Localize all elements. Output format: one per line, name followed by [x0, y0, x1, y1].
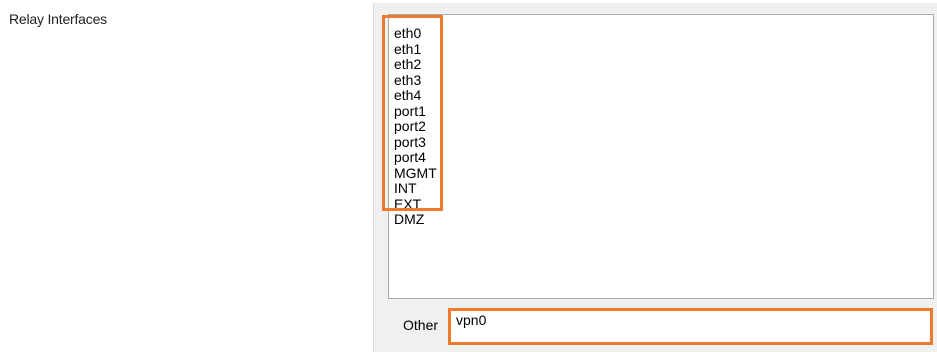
- other-label: Other: [403, 317, 439, 333]
- interface-option-ext[interactable]: EXT: [394, 196, 421, 212]
- other-interface-input[interactable]: [448, 308, 933, 345]
- interface-option-port4[interactable]: port4: [394, 149, 426, 165]
- interface-option-eth0[interactable]: eth0: [394, 25, 421, 41]
- interface-option-port2[interactable]: port2: [394, 118, 426, 134]
- relay-interfaces-label: Relay Interfaces: [9, 11, 107, 27]
- interface-option-eth4[interactable]: eth4: [394, 87, 421, 103]
- interface-option-eth2[interactable]: eth2: [394, 56, 421, 72]
- interface-option-dmz[interactable]: DMZ: [394, 211, 424, 227]
- interface-option-mgmt[interactable]: MGMT: [394, 165, 437, 181]
- interface-option-int[interactable]: INT: [394, 180, 417, 196]
- interface-option-port3[interactable]: port3: [394, 134, 426, 150]
- interface-option-eth3[interactable]: eth3: [394, 72, 421, 88]
- interface-option-eth1[interactable]: eth1: [394, 41, 421, 57]
- interface-option-port1[interactable]: port1: [394, 103, 426, 119]
- relay-interfaces-listbox[interactable]: eth0 eth1 eth2 eth3 eth4 port1 port2 port3 port4…: [388, 14, 934, 299]
